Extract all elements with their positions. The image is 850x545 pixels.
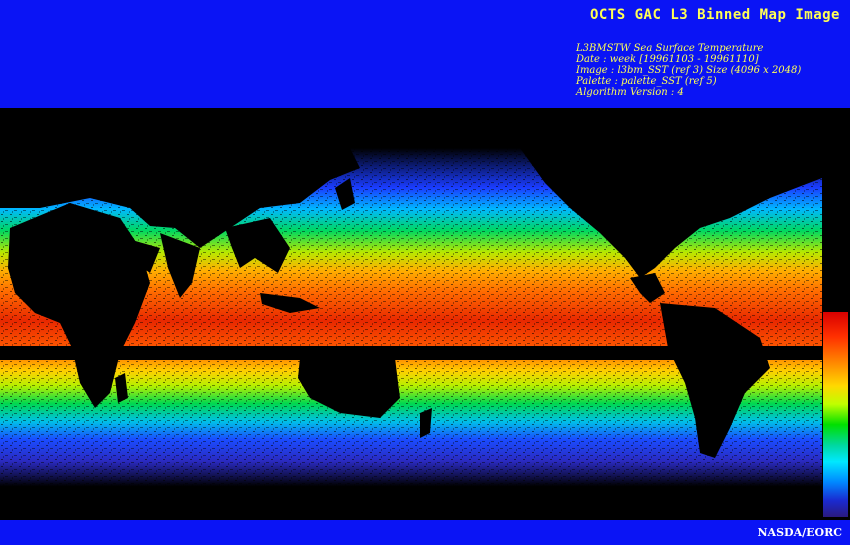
sst-map	[0, 108, 850, 520]
metadata-block: L3BMSTW Sea Surface Temperature Date : w…	[576, 43, 801, 98]
footer-banner: NASDA/EORC	[0, 520, 850, 545]
date-line: Date : week [19961103 - 19961110]	[576, 54, 759, 65]
palette-line: Palette : palette_SST (ref 5)	[576, 76, 717, 87]
sst-colorbar	[823, 312, 848, 517]
algorithm-line: Algorithm Version : 4	[576, 87, 684, 98]
image-line: Image : l3bm_SST (ref 3) Size (4096 x 20…	[576, 65, 802, 76]
map-title: OCTS GAC L3 Binned Map Image	[589, 7, 840, 23]
top-no-data	[0, 108, 850, 148]
antarctica	[0, 493, 850, 520]
credit-label: NASDA/EORC	[757, 526, 843, 539]
product-line: L3BMSTW Sea Surface Temperature	[576, 43, 764, 54]
header-banner: OCTS GAC L3 Binned Map Image L3BMSTW Sea…	[0, 0, 850, 108]
sst-map-graphic	[0, 108, 850, 520]
